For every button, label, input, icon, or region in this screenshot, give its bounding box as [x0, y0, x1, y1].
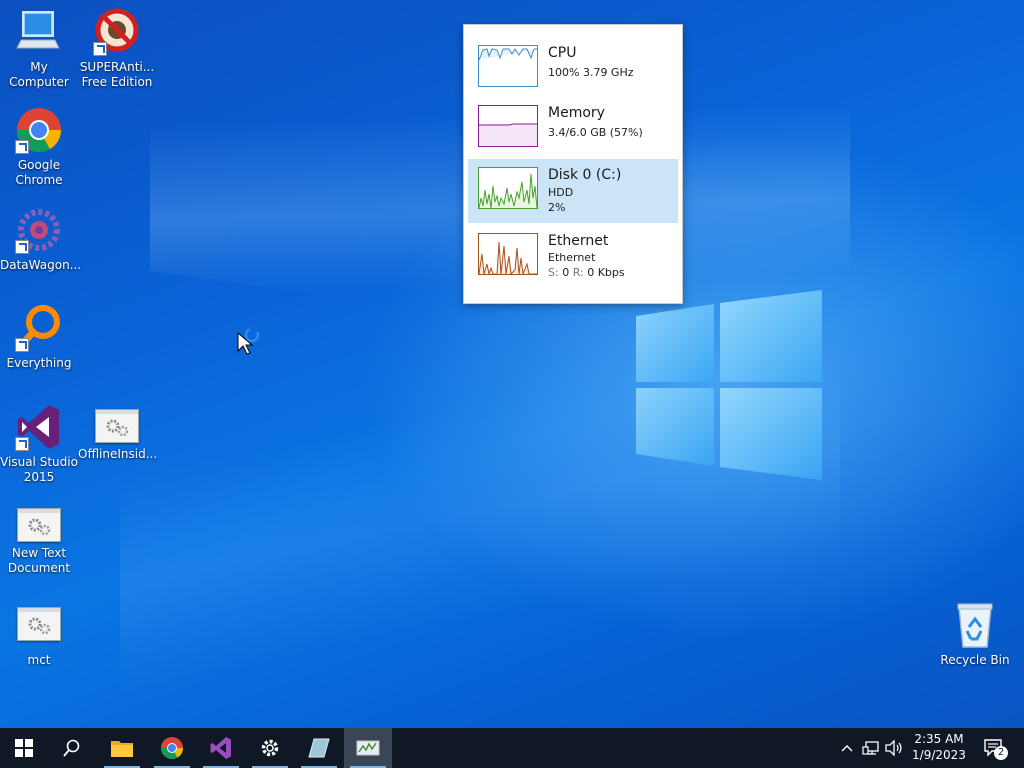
- taskbar-google-chrome[interactable]: [148, 728, 196, 768]
- desktop-icon-label: mct: [27, 653, 51, 667]
- windows-icon: [15, 739, 33, 757]
- perf-detail: HDD: [548, 186, 574, 199]
- desktop-icon-label: DataWagon...: [0, 258, 82, 272]
- perf-title: Disk 0 (C:): [548, 167, 622, 183]
- ethernet-graph: [478, 233, 538, 275]
- taskbar-task-manager[interactable]: [344, 728, 392, 768]
- desktop-icon-label: Everything: [6, 356, 72, 370]
- desktop-icon-visual-studio[interactable]: Visual Studio 2015: [0, 403, 78, 485]
- memory-graph: [478, 105, 538, 147]
- visual-studio-icon: [210, 737, 231, 759]
- recycle-bin-icon: [951, 601, 999, 649]
- perf-detail: 100% 3.79 GHz: [548, 66, 634, 79]
- network-icon: [862, 741, 879, 755]
- desktop-icon-offlineinsider[interactable]: OfflineInsid...: [78, 403, 158, 462]
- desktop-icon-recycle-bin[interactable]: Recycle Bin: [936, 601, 1014, 668]
- windows-logo-wallpaper: [636, 290, 822, 480]
- shortcut-arrow-icon: [93, 42, 107, 56]
- taskbar-file-explorer[interactable]: [98, 728, 146, 768]
- perf-row-ethernet[interactable]: Ethernet Ethernet S: 0 R: 0 Kbps: [468, 225, 678, 289]
- send-value: 0: [562, 266, 570, 279]
- desktop-icon-label: New Text Document: [7, 546, 71, 575]
- disk-graph: [478, 167, 538, 209]
- perf-title: CPU: [548, 45, 577, 61]
- desktop-icon-my-computer[interactable]: My Computer: [0, 8, 78, 90]
- perf-title: Ethernet: [548, 233, 609, 249]
- receive-label: R:: [572, 266, 584, 279]
- desktop-icon-label: Google Chrome: [15, 158, 63, 187]
- chrome-icon: [15, 106, 63, 154]
- ethernet-throughput: S: 0 R: 0 Kbps: [548, 266, 625, 279]
- performance-summary-panel: CPU 100% 3.79 GHz Memory 3.4/6.0 GB (57%…: [463, 24, 683, 304]
- computer-icon: [15, 8, 63, 56]
- gear-window-icon: [17, 508, 61, 542]
- desktop-icon-google-chrome[interactable]: Google Chrome: [0, 106, 78, 188]
- datawagon-icon: [15, 206, 63, 254]
- gear-window-icon: [95, 409, 139, 443]
- visual-studio-icon: [15, 403, 63, 451]
- receive-value: 0 Kbps: [587, 266, 625, 279]
- taskbar-clock[interactable]: 2:35 AM 1/9/2023: [906, 731, 972, 763]
- notification-count-badge: 2: [994, 746, 1008, 760]
- volume-button[interactable]: [884, 728, 904, 768]
- perf-title: Memory: [548, 105, 605, 121]
- desktop-icon-label: Recycle Bin: [940, 653, 1010, 667]
- desktop-icon-everything[interactable]: Everything: [0, 304, 78, 371]
- shortcut-arrow-icon: [15, 240, 29, 254]
- everything-search-icon: [15, 304, 63, 352]
- gear-icon: [261, 739, 279, 757]
- chevron-up-icon: [841, 745, 853, 752]
- perf-detail: Ethernet: [548, 251, 596, 264]
- perf-row-disk[interactable]: Disk 0 (C:) HDD 2%: [468, 159, 678, 223]
- desktop-icon-new-text-document[interactable]: New Text Document: [0, 502, 78, 576]
- send-label: S:: [548, 266, 559, 279]
- task-manager-icon: [356, 740, 380, 756]
- start-button[interactable]: [0, 728, 48, 768]
- clock-time: 2:35 AM: [914, 732, 964, 746]
- desktop-icon-mct[interactable]: mct: [0, 601, 78, 668]
- action-center-button[interactable]: 2: [978, 728, 1010, 768]
- shortcut-arrow-icon: [15, 338, 29, 352]
- shortcut-arrow-icon: [15, 437, 29, 451]
- gear-window-icon: [17, 607, 61, 641]
- desktop-icon-label: SUPERAnti... Free Edition: [79, 60, 155, 89]
- chrome-icon: [161, 737, 183, 759]
- perf-detail: 2%: [548, 201, 566, 214]
- taskbar-visual-studio[interactable]: [197, 728, 245, 768]
- network-button[interactable]: [860, 728, 882, 768]
- desktop-icon-datawagon[interactable]: DataWagon...: [0, 206, 82, 273]
- desktop-icon-superantispyware[interactable]: SUPERAnti... Free Edition: [78, 8, 156, 90]
- desktop-icon-label: Visual Studio 2015: [0, 455, 78, 484]
- perf-detail: 3.4/6.0 GB (57%): [548, 126, 643, 139]
- show-hidden-icons-button[interactable]: [838, 728, 856, 768]
- glass-window-icon: [308, 738, 330, 758]
- desktop-icon-label: OfflineInsid...: [78, 447, 158, 461]
- search-button[interactable]: [48, 728, 96, 768]
- perf-row-memory[interactable]: Memory 3.4/6.0 GB (57%): [468, 97, 678, 161]
- superantispyware-icon: [93, 8, 141, 56]
- folder-icon: [111, 741, 133, 757]
- perf-row-cpu[interactable]: CPU 100% 3.79 GHz: [468, 37, 678, 101]
- shortcut-arrow-icon: [15, 140, 29, 154]
- taskbar-settings[interactable]: [246, 728, 294, 768]
- search-icon: [63, 739, 80, 757]
- speaker-icon: [885, 740, 902, 756]
- clock-date: 1/9/2023: [912, 748, 966, 762]
- busy-cursor-icon: [237, 327, 260, 355]
- desktop-icon-label: My Computer: [9, 60, 69, 89]
- cpu-graph: [478, 45, 538, 87]
- taskbar-app-window[interactable]: [295, 728, 343, 768]
- taskbar: 2:35 AM 1/9/2023 2: [0, 728, 1024, 768]
